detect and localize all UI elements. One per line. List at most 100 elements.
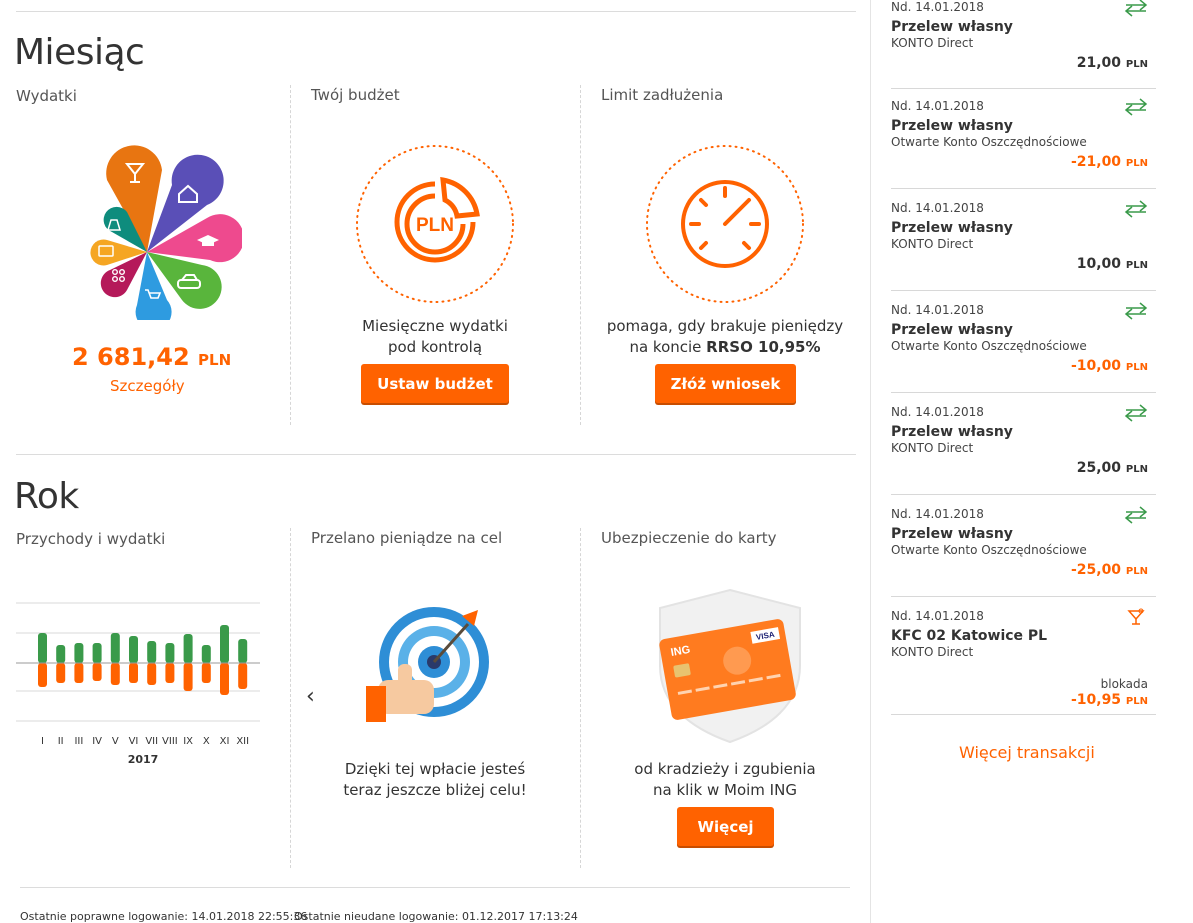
transaction-title: Przelew własny: [891, 322, 1013, 338]
transaction-amount: -25,00 PLN: [1071, 562, 1148, 578]
month-tick-label: V: [112, 736, 119, 747]
month-tick-label: XII: [236, 736, 249, 747]
income-bar-IX: [183, 634, 193, 663]
income-bar-XII: [238, 639, 248, 663]
transaction-item[interactable]: Nd. 14.01.2018 Przelew własny KONTO Direct…: [891, 398, 1156, 495]
goal-description: Dzięki tej wpłacie jesteś teraz jeszcze …: [330, 759, 540, 801]
month-tick-label: VII: [145, 736, 158, 747]
transfer-icon: [1124, 0, 1148, 17]
transaction-date: Nd. 14.01.2018: [891, 99, 984, 113]
expense-bar-IV: [92, 663, 102, 681]
month-tick-label: I: [41, 736, 44, 747]
transaction-amount: -10,95 PLN: [1071, 692, 1148, 708]
expenses-category-chart[interactable]: [82, 140, 242, 320]
expense-bar-XI: [220, 663, 229, 695]
transaction-date: Nd. 14.01.2018: [891, 303, 984, 317]
speedometer-icon: [681, 180, 769, 268]
expenses-amount-currency: PLN: [198, 351, 232, 369]
budget-text-line2: pod kontrolą: [387, 338, 483, 356]
transaction-account: KONTO Direct: [891, 237, 974, 251]
budget-illustration: PLN: [356, 145, 514, 303]
transaction-amount-value: 21,00: [1076, 55, 1122, 71]
month-tick-label: III: [74, 736, 83, 747]
insurance-description: od kradzieży i zgubienia na klik w Moim …: [600, 759, 850, 801]
month-tick-label: X: [203, 736, 210, 747]
more-transactions-link[interactable]: Więcej transakcji: [959, 743, 1095, 762]
income-bar-X: [201, 645, 211, 663]
transaction-title: Przelew własny: [891, 19, 1013, 35]
expenses-amount-value: 2 681,42: [72, 343, 190, 371]
transaction-currency: PLN: [1125, 59, 1148, 70]
transaction-currency: PLN: [1125, 260, 1148, 271]
income-bar-I: [38, 633, 47, 663]
goal-text-line2: teraz jeszcze bliżej celu!: [343, 781, 527, 799]
transaction-item[interactable]: Nd. 14.01.2018 Przelew własny KONTO Direct…: [891, 194, 1156, 291]
more-insurance-button[interactable]: Więcej: [677, 807, 774, 846]
transaction-account: KONTO Direct: [891, 645, 974, 659]
transaction-item[interactable]: Nd. 14.01.2018 Przelew własny KONTO Direct…: [891, 0, 1156, 89]
transaction-item[interactable]: Nd. 14.01.2018 Przelew własny Otwarte Kont…: [891, 296, 1156, 393]
expense-bar-VII: [147, 663, 157, 685]
budget-label: Twój budżet: [311, 86, 400, 104]
transaction-date: Nd. 14.01.2018: [891, 507, 984, 521]
month-tick-label: XI: [220, 736, 230, 747]
transaction-date: Nd. 14.01.2018: [891, 0, 984, 14]
transaction-date: Nd. 14.01.2018: [891, 405, 984, 419]
transaction-date: Nd. 14.01.2018: [891, 609, 984, 623]
column-divider: [580, 528, 581, 868]
chart-year-label: 2017: [128, 753, 159, 766]
expense-bar-IX: [183, 663, 193, 691]
section-divider: [16, 454, 856, 455]
income-expenses-chart[interactable]: I II III IV V VI VII VIII IX X XI XII 2017: [14, 600, 264, 770]
income-bar-VI: [129, 636, 138, 663]
transaction-currency: PLN: [1125, 362, 1148, 373]
month-tick-label: II: [58, 736, 64, 747]
income-bar-VII: [147, 641, 157, 663]
goal-label: Przelano pieniądze na cel: [311, 529, 503, 547]
transaction-account: Otwarte Konto Oszczędnościowe: [891, 339, 1087, 353]
transaction-title: Przelew własny: [891, 526, 1013, 542]
expense-bar-V: [110, 663, 120, 685]
transaction-currency: PLN: [1125, 464, 1148, 475]
insurance-label: Ubezpieczenie do karty: [601, 529, 777, 547]
transaction-account: Otwarte Konto Oszczędnościowe: [891, 543, 1087, 557]
transaction-item[interactable]: Nd. 14.01.2018 Przelew własny Otwarte Kont…: [891, 500, 1156, 597]
debt-text-line2: na koncie RRSO 10,95%: [600, 337, 850, 358]
top-divider: [16, 11, 856, 12]
month-tick-label: IV: [92, 736, 102, 747]
transaction-date: Nd. 14.01.2018: [891, 201, 984, 215]
expense-bar-XII: [238, 663, 248, 689]
transaction-amount: -10,00 PLN: [1071, 358, 1148, 374]
transaction-title: Przelew własny: [891, 424, 1013, 440]
income-bar-III: [74, 643, 84, 663]
debt-limit-description: pomaga, gdy brakuje pieniędzy na koncie …: [600, 316, 850, 358]
card-insurance-illustration: ING VISA: [659, 588, 801, 744]
transaction-item[interactable]: Nd. 14.01.2018 Przelew własny Otwarte Kont…: [891, 92, 1156, 189]
last-login-failed: Ostatnie nieudane logowanie: 01.12.2017 …: [294, 910, 578, 923]
set-budget-button[interactable]: Ustaw budżet: [361, 364, 509, 403]
transaction-currency: PLN: [1125, 158, 1148, 169]
apply-button[interactable]: Złóż wniosek: [655, 364, 796, 403]
rrso-value: RRSO 10,95%: [706, 338, 821, 356]
transaction-item[interactable]: Nd. 14.01.2018 KFC 02 Katowice PL KONTO Di…: [891, 602, 1156, 715]
expenses-label: Wydatki: [16, 87, 77, 105]
expenses-details-link[interactable]: Szczegóły: [110, 377, 185, 395]
income-bar-XI: [220, 625, 229, 663]
income-bar-VIII: [165, 643, 175, 663]
transaction-account: KONTO Direct: [891, 441, 974, 455]
budget-description: Miesięczne wydatki pod kontrolą: [330, 316, 540, 358]
cocktail-icon: [1127, 608, 1145, 625]
transaction-account: Otwarte Konto Oszczędnościowe: [891, 135, 1087, 149]
transaction-status: blokada: [1100, 677, 1148, 691]
monthly-expenses-amount: 2 681,42 PLN: [72, 343, 231, 371]
transfer-icon: [1124, 404, 1148, 422]
carousel-prev-arrow[interactable]: ‹: [306, 684, 315, 709]
transfer-icon: [1124, 98, 1148, 116]
transaction-title: Przelew własny: [891, 118, 1013, 134]
transaction-amount-value: 25,00: [1076, 460, 1122, 476]
transaction-title: KFC 02 Katowice PL: [891, 628, 1048, 644]
transaction-amount: -21,00 PLN: [1071, 154, 1148, 170]
transaction-account: KONTO Direct: [891, 36, 974, 50]
goal-text-line1: Dzięki tej wpłacie jesteś: [344, 760, 526, 778]
transfer-icon: [1124, 302, 1148, 320]
